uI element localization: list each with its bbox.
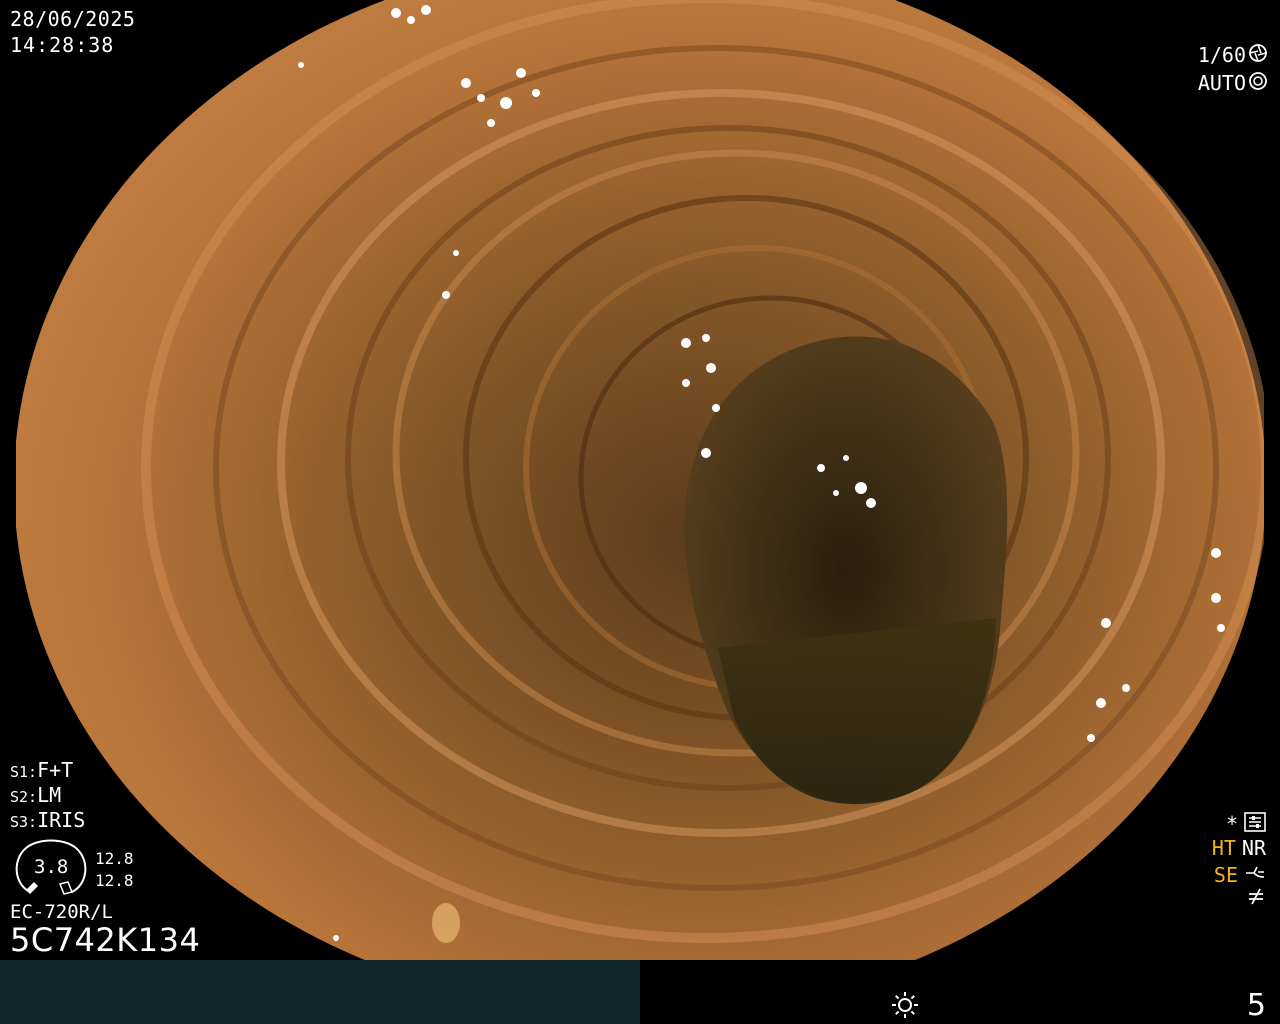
- status-bar-left: [0, 960, 640, 1024]
- enhance-curve-icon: [1244, 863, 1266, 886]
- scope-switch-2-key: S2:: [10, 788, 38, 806]
- indicator-row-se: SE: [1214, 863, 1266, 886]
- indicator-row-settings: *: [1226, 812, 1266, 835]
- star-indicator: *: [1225, 811, 1238, 836]
- not-equal-icon: [1246, 886, 1266, 909]
- scope-switch-3-key: S3:: [10, 813, 38, 831]
- time-display: 14:28:38: [10, 33, 115, 57]
- brightness-level: 5: [1246, 988, 1266, 1023]
- scope-switch-1: S1:F+T: [10, 760, 73, 780]
- gauge-reading-1: 12.8: [95, 849, 134, 868]
- endoscopy-monitor: 28/06/2025 14:28:38 1/60 AUTO S1:F+T S2:…: [0, 0, 1280, 1024]
- scope-serial: 5C742K134: [10, 921, 201, 959]
- scope-model: EC-720R/L: [10, 901, 113, 923]
- status-bar: 5: [0, 960, 1280, 1024]
- scope-switch-3: S3:IRIS: [10, 810, 85, 830]
- status-bar-right: 5: [640, 960, 1280, 1024]
- indicator-row-ht-nr: HT NR: [1212, 838, 1266, 858]
- endoscopic-image: [16, 0, 1264, 960]
- scope-switch-1-key: S1:: [10, 763, 38, 781]
- shutter-speed: 1/60: [1198, 43, 1268, 66]
- scope-switch-2: S2:LM: [10, 785, 61, 805]
- scope-switch-3-value: IRIS: [37, 808, 86, 832]
- shutter-speed-value: 1/60: [1197, 42, 1246, 67]
- auto-iris-icon: [1248, 71, 1268, 94]
- gauge-reading-2: 12.8: [95, 871, 134, 890]
- menu-settings-icon: [1244, 812, 1266, 835]
- iris-mode: AUTO: [1198, 71, 1268, 94]
- gauge-value: 3.8: [34, 856, 69, 878]
- scope-switch-1-value: F+T: [37, 758, 74, 782]
- nr-indicator: NR: [1241, 836, 1266, 860]
- scope-switch-2-value: LM: [37, 783, 62, 807]
- scope-gauge: 3.8: [10, 838, 92, 898]
- ht-indicator: HT: [1211, 836, 1236, 860]
- iris-mode-value: AUTO: [1197, 70, 1246, 95]
- date-display: 28/06/2025: [10, 7, 136, 31]
- indicator-row-freeze: [1246, 886, 1266, 909]
- brightness-sun-icon: [890, 990, 920, 1020]
- se-indicator: SE: [1213, 862, 1238, 887]
- aperture-icon: [1248, 43, 1268, 66]
